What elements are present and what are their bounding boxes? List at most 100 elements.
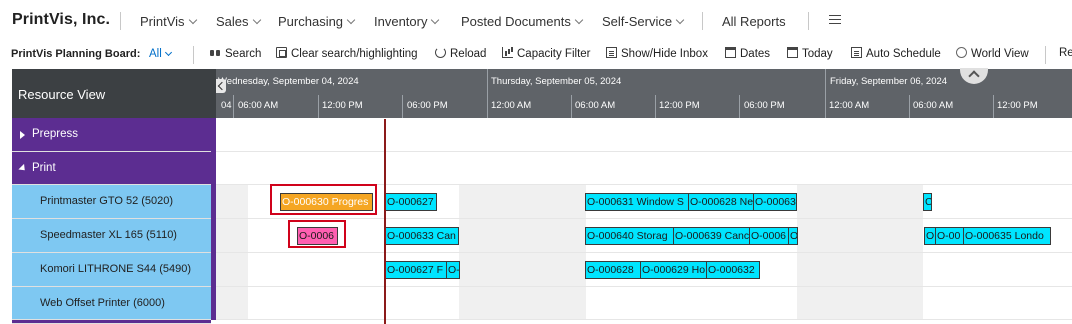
toolbar-divider xyxy=(193,46,194,64)
hour-label: 06:00 PM xyxy=(407,100,448,111)
day-label-text: Friday, September 06, 2024 xyxy=(830,76,948,87)
off-shift-block xyxy=(459,287,586,319)
job-label: O-000632 xyxy=(708,264,755,276)
chart-icon xyxy=(502,47,513,58)
off-shift-block xyxy=(459,219,586,252)
job-label: O-000628 xyxy=(587,264,634,276)
nav-item-inventory[interactable]: Inventory xyxy=(374,14,440,29)
today-button[interactable]: Today xyxy=(787,47,833,60)
resource-row-web-offset[interactable]: Web Offset Printer (6000) xyxy=(12,287,211,320)
resource-row-printmaster[interactable]: Printmaster GTO 52 (5020) xyxy=(12,185,211,219)
off-shift-block xyxy=(797,253,923,286)
timeline-header[interactable]: Wednesday, September 04, 2024 Thursday, … xyxy=(216,69,1072,118)
planning-board-toolbar: PrintVis Planning Board: All Search Clea… xyxy=(0,42,1072,68)
nav-item-posted-documents[interactable]: Posted Documents xyxy=(461,14,584,29)
job-bar[interactable]: O- xyxy=(446,261,460,279)
dates-button[interactable]: Dates xyxy=(725,47,770,60)
search-button[interactable]: Search xyxy=(210,47,261,60)
auto-schedule-button[interactable]: Auto Schedule xyxy=(851,47,941,60)
job-bar[interactable]: O-0006 xyxy=(749,227,789,245)
clear-search-button[interactable]: Clear search/highlighting xyxy=(276,47,418,60)
job-bar[interactable]: O-000639 Canc xyxy=(673,227,750,245)
job-label: O-000640 Storag xyxy=(587,230,668,242)
calendar-icon xyxy=(725,47,736,58)
button-label: Re xyxy=(1059,47,1072,59)
group-row-print[interactable]: Print xyxy=(12,152,211,185)
timeline-lane[interactable] xyxy=(216,287,1072,320)
resource-row-komori[interactable]: Komori LITHRONE S44 (5490) xyxy=(12,253,211,287)
caret-right-icon xyxy=(20,131,25,139)
nav-item-all-reports[interactable]: All Reports xyxy=(722,14,786,29)
hour-label: 12:00 PM xyxy=(322,100,363,111)
world-view-button[interactable]: World View xyxy=(956,47,1029,60)
capacity-filter-button[interactable]: Capacity Filter xyxy=(502,47,591,60)
reload-icon xyxy=(435,47,446,58)
job-bar[interactable]: O-00 xyxy=(935,227,964,245)
button-label: Today xyxy=(802,48,833,60)
resource-label: Printmaster GTO 52 (5020) xyxy=(40,195,174,207)
nav-item-label: Purchasing xyxy=(278,14,344,29)
hour-divider xyxy=(739,95,740,118)
group-label: Prepress xyxy=(32,128,79,140)
more-actions-button[interactable]: Re xyxy=(1059,47,1072,59)
nav-item-sales[interactable]: Sales xyxy=(216,14,261,29)
hour-divider xyxy=(233,95,234,118)
view-filter-dropdown[interactable]: All xyxy=(149,48,172,60)
chevron-down-icon xyxy=(431,15,440,25)
timeline-lane[interactable] xyxy=(216,152,1072,185)
off-shift-block xyxy=(459,253,586,286)
job-bar[interactable]: O-000633 Can xyxy=(385,227,459,245)
day-label: Friday, September 06, 2024 xyxy=(830,76,947,87)
job-bar[interactable]: O-000635 Londo xyxy=(963,227,1051,245)
job-bar[interactable]: O-000628 Ne xyxy=(688,193,754,211)
hour-label: 06:00 AM xyxy=(238,100,279,111)
day-label: Wednesday, September 04, 2024 xyxy=(218,76,359,87)
job-label: O xyxy=(926,230,935,242)
job-bar[interactable]: O-000627 xyxy=(385,193,437,211)
resource-label: Speedmaster XL 165 (5110) xyxy=(40,229,177,241)
group-row-prepress[interactable]: Prepress xyxy=(12,118,211,152)
off-shift-block xyxy=(216,287,248,319)
job-label: O-0006 xyxy=(751,230,787,242)
chevron-down-icon xyxy=(164,48,172,57)
nav-item-purchasing[interactable]: Purchasing xyxy=(278,14,356,29)
nav-item-printvis[interactable]: PrintVis xyxy=(140,14,197,29)
job-bar[interactable]: O-000629 Ho xyxy=(640,261,707,279)
job-bar[interactable]: O-00063 xyxy=(753,193,797,211)
timeline-lane[interactable] xyxy=(216,118,1072,152)
job-bar[interactable]: C xyxy=(923,193,932,211)
company-name[interactable]: PrintVis, Inc. xyxy=(12,11,110,29)
hour-divider xyxy=(655,95,656,118)
hour-divider xyxy=(993,95,994,118)
job-label: O-000635 Londo xyxy=(965,230,1044,242)
off-shift-block xyxy=(216,185,248,218)
hour-label: 12:00 PM xyxy=(659,100,700,111)
reload-button[interactable]: Reload xyxy=(435,47,486,60)
button-label: Auto Schedule xyxy=(866,48,941,60)
job-label: O-000631 Window S xyxy=(587,196,684,208)
job-label: O-000633 Can xyxy=(387,230,456,242)
today-icon xyxy=(787,47,798,58)
job-label: O-000627 F xyxy=(387,264,444,276)
hour-label: 06:00 AM xyxy=(913,100,954,111)
timeline-lane[interactable]: O-000627 F O- O-000628 O-000629 Ho O-000… xyxy=(216,253,1072,287)
resource-row-speedmaster[interactable]: Speedmaster XL 165 (5110) xyxy=(12,219,211,253)
nav-item-self-service[interactable]: Self-Service xyxy=(602,14,685,29)
job-bar[interactable]: O-000628 xyxy=(585,261,641,279)
selected-job-highlight xyxy=(288,220,346,248)
job-bar[interactable]: O-000632 xyxy=(706,261,760,279)
chevron-down-icon xyxy=(252,15,261,25)
nav-item-label: Inventory xyxy=(374,14,428,29)
day-label-text: Wednesday, September 04, 2024 xyxy=(218,76,359,87)
job-bar[interactable]: O-000631 Window S xyxy=(585,193,689,211)
button-label: Dates xyxy=(740,48,771,60)
resource-label: Web Offset Printer (6000) xyxy=(40,297,165,309)
show-hide-inbox-button[interactable]: Show/Hide Inbox xyxy=(606,47,708,60)
job-bar[interactable]: O-000627 F xyxy=(385,261,447,279)
menu-icon[interactable] xyxy=(829,15,841,24)
nav-divider xyxy=(120,12,121,30)
job-bar[interactable]: O-000640 Storag xyxy=(585,227,674,245)
scroll-left-icon[interactable] xyxy=(216,79,226,93)
button-label: Search xyxy=(225,48,262,60)
job-bar[interactable]: O xyxy=(788,227,798,245)
